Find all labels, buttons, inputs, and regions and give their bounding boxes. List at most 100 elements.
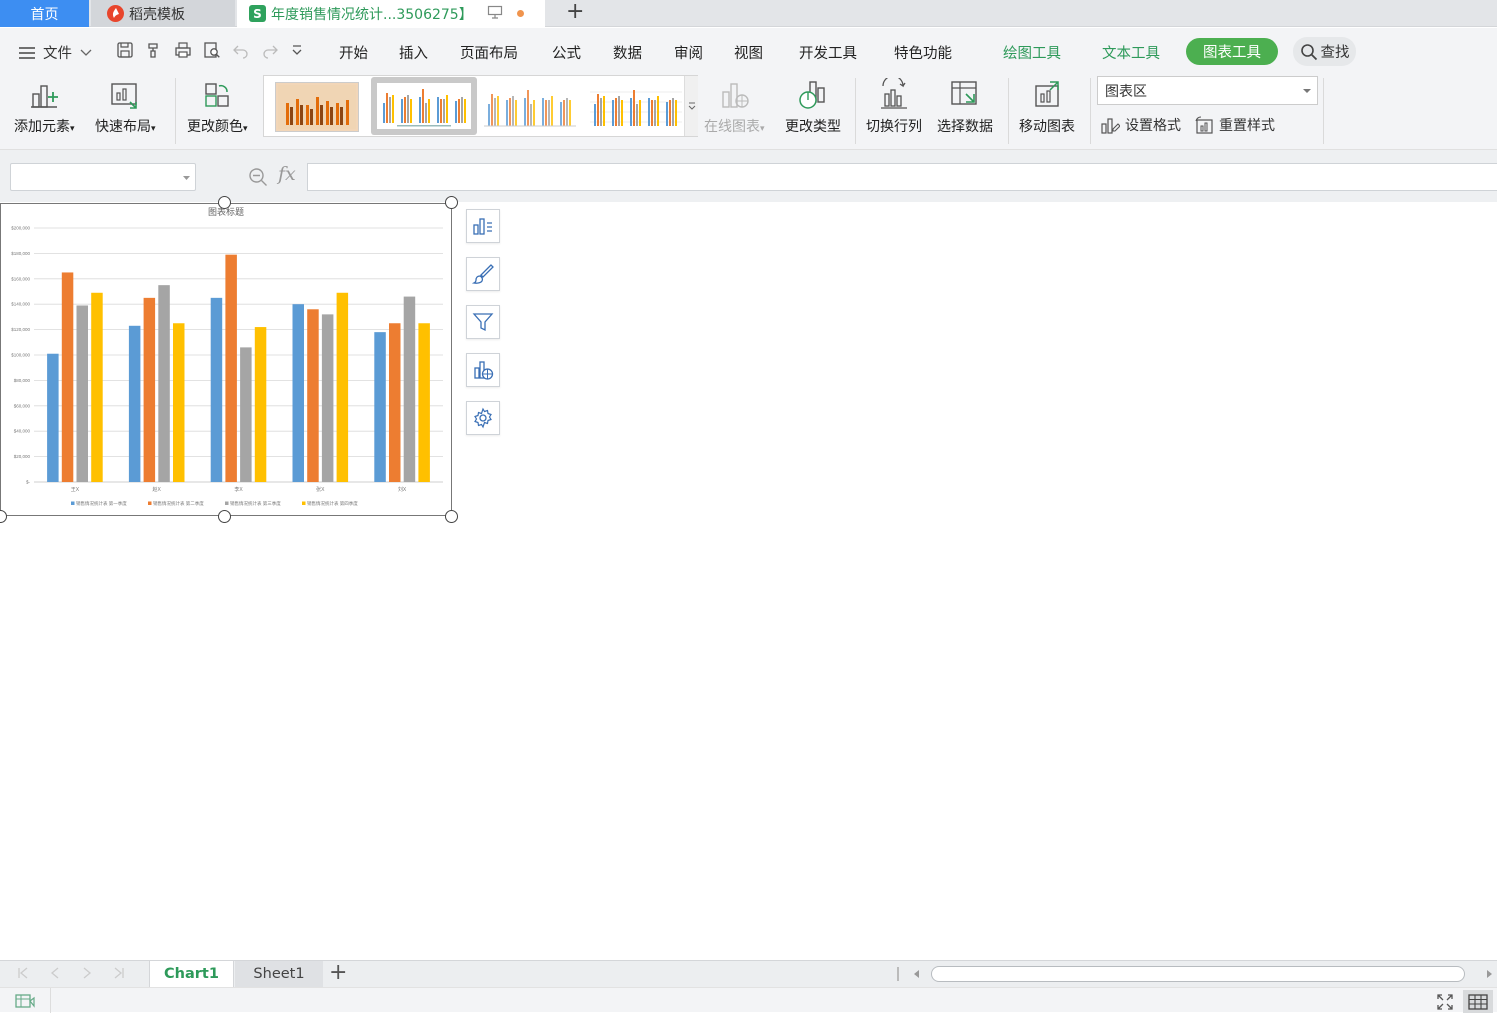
legend-swatch <box>148 501 152 505</box>
menu-draw-tools[interactable]: 绘图工具 <box>1003 42 1061 63</box>
prev-sheet-icon[interactable] <box>48 966 62 980</box>
quick-layout-label: 快速布局 <box>95 119 151 135</box>
online-chart-button[interactable]: 在线图表▾ <box>704 78 765 136</box>
tab-document[interactable]: S 年度销售情况统计...3506275】 <box>237 0 545 27</box>
add-sheet-button[interactable]: + <box>329 961 347 985</box>
format-painter-icon[interactable] <box>145 41 163 59</box>
chart-style-4[interactable] <box>588 82 684 132</box>
chart-element-select-value: 图表区 <box>1105 83 1147 100</box>
bar <box>374 332 386 482</box>
scroll-left-icon[interactable] <box>913 969 921 979</box>
undo-icon[interactable] <box>232 41 250 59</box>
tab-home[interactable]: 首页 <box>0 0 89 27</box>
bar <box>321 314 334 482</box>
x-tick-label: 王X <box>71 487 80 493</box>
select-data-button[interactable]: 选择数据 <box>937 78 993 136</box>
paintbrush-icon <box>472 264 494 284</box>
switch-row-col-button[interactable]: 切换行列 <box>866 78 922 136</box>
name-box[interactable] <box>10 163 196 191</box>
bar <box>47 353 59 482</box>
change-color-button[interactable]: 更改颜色▾ <box>187 78 248 136</box>
move-chart-icon <box>1035 81 1059 107</box>
macro-record-icon[interactable] <box>14 992 36 1010</box>
chevron-down-icon <box>688 102 695 110</box>
reset-style-button[interactable]: 重置样式 <box>1194 115 1275 135</box>
print-preview-icon[interactable] <box>203 41 221 59</box>
y-tick-label: $- <box>26 480 31 485</box>
tab-daoke-template[interactable]: 稻壳模板 <box>91 0 235 27</box>
chart-element-select[interactable]: 图表区 <box>1097 76 1318 105</box>
menu-data[interactable]: 数据 <box>613 42 642 63</box>
scroll-right-icon[interactable] <box>1485 969 1493 979</box>
menu-formula[interactable]: 公式 <box>552 42 581 63</box>
new-tab-button[interactable]: + <box>566 1 584 23</box>
gallery-more-button[interactable] <box>684 76 698 136</box>
bar <box>240 347 252 482</box>
menu-developer[interactable]: 开发工具 <box>799 42 857 63</box>
switch-row-col-icon <box>881 78 907 109</box>
horizontal-scrollbar[interactable] <box>931 966 1465 982</box>
bar <box>128 325 141 482</box>
y-tick-label: $100,000 <box>11 353 30 358</box>
chart-svg: 图表标题$-$20,000$40,000$60,000$80,000$100,0… <box>11 206 443 507</box>
chart-style-1[interactable] <box>275 82 359 132</box>
menu-text-tools[interactable]: 文本工具 <box>1102 42 1160 63</box>
sheet-tab-chart1-label: Chart1 <box>164 966 219 982</box>
customize-toolbar-icon[interactable] <box>290 41 304 59</box>
chart-object[interactable]: 图表标题 $- $20,000 $40,000 $60,000 $80,000 $100,0… <box>0 203 452 516</box>
fullscreen-icon[interactable] <box>1436 993 1454 1011</box>
y-tick-label: $120,000 <box>11 327 30 332</box>
file-menu[interactable]: 文件 <box>18 42 92 63</box>
search-button[interactable]: 查找 <box>1293 37 1356 66</box>
screen-icon[interactable] <box>487 5 503 23</box>
bar <box>76 305 88 482</box>
online-chart-label: 在线图表 <box>704 119 760 135</box>
online-chart-side-button[interactable] <box>466 353 500 387</box>
search-label: 查找 <box>1320 45 1350 61</box>
menu-insert[interactable]: 插入 <box>399 42 428 63</box>
save-icon[interactable] <box>116 41 134 59</box>
resize-handle-top[interactable] <box>218 196 231 209</box>
menu-start[interactable]: 开始 <box>339 42 368 63</box>
x-tick-label: 李X <box>234 486 243 493</box>
zoom-icon[interactable] <box>248 167 268 187</box>
normal-view-button[interactable] <box>1463 990 1493 1013</box>
first-sheet-icon[interactable] <box>16 966 30 980</box>
bar <box>225 254 237 482</box>
menu-chart-tools[interactable]: 图表工具 <box>1186 38 1278 65</box>
quick-layout-button[interactable]: 快速布局▾ <box>95 78 156 136</box>
resize-handle-bottom-right[interactable] <box>445 510 458 523</box>
chart-style-3[interactable] <box>482 82 578 132</box>
menu-view[interactable]: 视图 <box>734 42 763 63</box>
unsaved-dot-icon <box>516 10 524 17</box>
last-sheet-icon[interactable] <box>112 966 126 980</box>
menu-special-features[interactable]: 特色功能 <box>894 42 952 63</box>
change-type-label: 更改类型 <box>785 119 841 135</box>
fx-icon[interactable]: fx <box>278 163 296 185</box>
set-format-button[interactable]: 设置格式 <box>1100 115 1181 135</box>
next-sheet-icon[interactable] <box>80 966 94 980</box>
sheet-tab-sheet1[interactable]: Sheet1 <box>235 961 323 987</box>
select-data-icon <box>951 81 977 105</box>
resize-handle-bottom[interactable] <box>218 510 231 523</box>
chart-filter-button[interactable] <box>466 305 500 339</box>
resize-handle-top-right[interactable] <box>445 196 458 209</box>
print-icon[interactable] <box>174 41 192 59</box>
formula-input[interactable] <box>307 163 1497 191</box>
split-handle[interactable] <box>897 967 899 981</box>
redo-icon[interactable] <box>261 41 279 59</box>
menu-review[interactable]: 审阅 <box>674 42 703 63</box>
chart-style-2-selected[interactable] <box>371 77 477 135</box>
menu-page-layout[interactable]: 页面布局 <box>460 42 518 63</box>
chart-elements-icon <box>473 218 492 235</box>
chart-elements-button[interactable] <box>466 209 500 243</box>
chart-style-button[interactable] <box>466 257 500 291</box>
move-chart-button[interactable]: 移动图表 <box>1019 78 1075 136</box>
y-tick-label: $60,000 <box>14 403 31 408</box>
chart-settings-button[interactable] <box>466 401 500 435</box>
sheet-tab-chart1[interactable]: Chart1 <box>149 961 234 987</box>
y-tick-label: $140,000 <box>11 302 30 307</box>
change-type-button[interactable]: 更改类型 <box>785 78 841 136</box>
add-element-button[interactable]: 添加元素▾ <box>14 78 75 136</box>
tab-bar: 首页 稻壳模板 S 年度销售情况统计...3506275】 + <box>0 0 1497 27</box>
